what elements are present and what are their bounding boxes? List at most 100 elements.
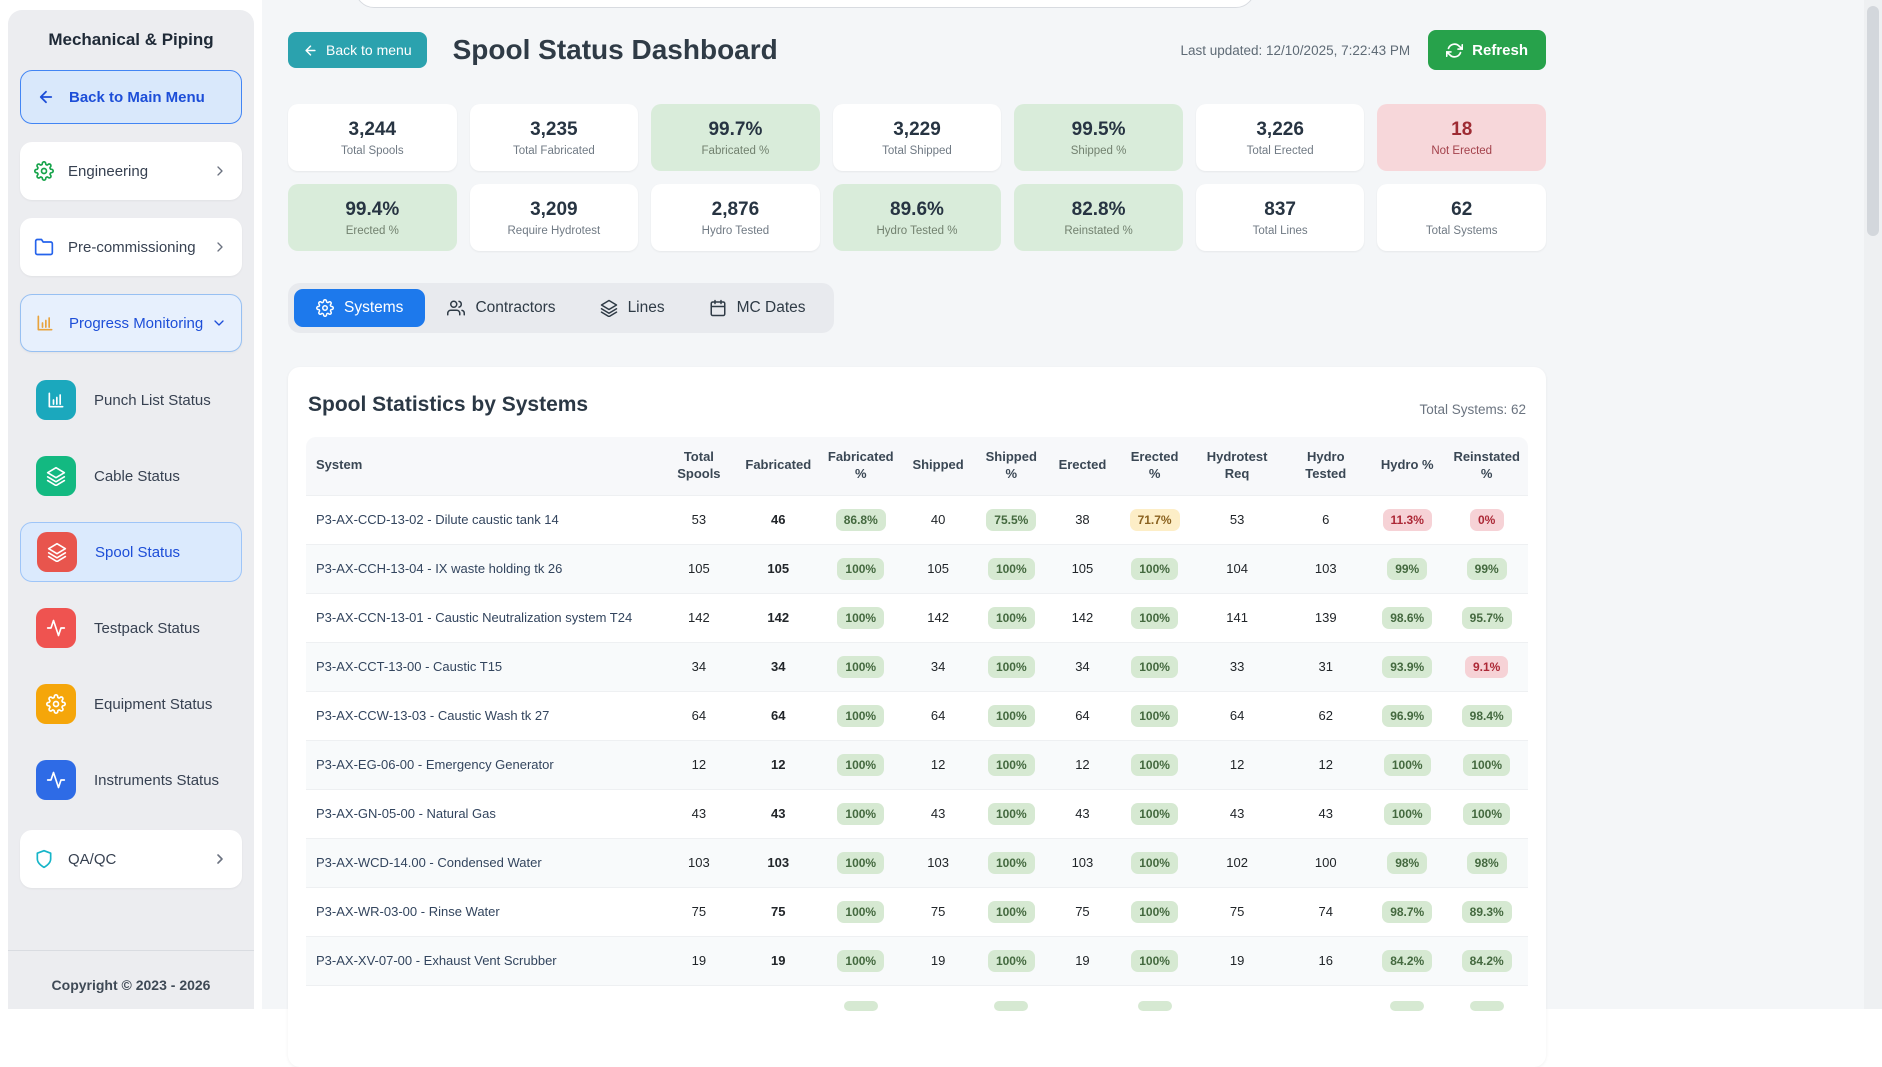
cell: 12	[901, 740, 975, 789]
percent-badge	[1138, 1001, 1172, 1011]
percent-badge: 89.3%	[1462, 901, 1512, 923]
cell: 142	[901, 593, 975, 642]
sidebar-item-equipment-status[interactable]: Equipment Status	[20, 674, 242, 734]
shield-icon	[34, 849, 54, 869]
table-row: P3-AX-XV-07-00 - Exhaust Vent Scrubber 19…	[306, 936, 1528, 985]
cell: 19	[1047, 936, 1117, 985]
cell: 100%	[1117, 593, 1191, 642]
sidebar-item-engineering[interactable]: Engineering	[20, 142, 242, 200]
cell: 100%	[821, 691, 901, 740]
sidebar-item-spool-status[interactable]: Spool Status	[20, 522, 242, 582]
percent-badge: 100%	[988, 656, 1035, 678]
cell: 100%	[1117, 838, 1191, 887]
stat-card-erected: 99.4%Erected %	[288, 184, 457, 251]
percent-badge: 99%	[1467, 558, 1507, 580]
cell: 75	[901, 887, 975, 936]
tab-systems[interactable]: Systems	[294, 289, 425, 327]
system-cell: P3-AX-CCT-13-00 - Caustic T15	[306, 642, 662, 691]
cell: 31	[1282, 642, 1369, 691]
stat-card-fabricated: 99.7%Fabricated %	[651, 104, 820, 171]
back-to-menu-button[interactable]: Back to menu	[288, 32, 427, 68]
sidebar-item-cable-status[interactable]: Cable Status	[20, 446, 242, 506]
cell: 0%	[1445, 495, 1528, 544]
cell: 100%	[1117, 789, 1191, 838]
cell: 84.2%	[1369, 936, 1445, 985]
tab-label: Lines	[628, 299, 665, 317]
column-header-hydro: Hydro %	[1369, 437, 1445, 495]
tab-lines[interactable]: Lines	[578, 289, 687, 327]
cell: 64	[1192, 691, 1283, 740]
stat-card-total-spools: 3,244Total Spools	[288, 104, 457, 171]
percent-badge: 84.2%	[1382, 950, 1432, 972]
cell: 102	[1192, 838, 1283, 887]
cell: 12	[736, 740, 821, 789]
percent-badge: 100%	[988, 852, 1035, 874]
percent-badge: 100%	[1463, 754, 1510, 776]
stat-label: Fabricated %	[702, 145, 770, 157]
cell: 103	[901, 838, 975, 887]
tab-contractors[interactable]: Contractors	[425, 289, 577, 327]
system-cell: P3-AX-CCW-13-03 - Caustic Wash tk 27	[306, 691, 662, 740]
stat-value: 3,229	[893, 119, 941, 141]
gear-icon	[34, 161, 54, 181]
cell: 100%	[975, 740, 1047, 789]
percent-badge: 100%	[1463, 803, 1510, 825]
bar-chart-icon	[35, 313, 55, 333]
percent-badge: 100%	[1131, 656, 1178, 678]
back-to-main-menu-button[interactable]: Back to Main Menu	[20, 70, 242, 124]
bar-chart-icon	[46, 390, 66, 410]
percent-badge: 100%	[1384, 754, 1431, 776]
system-cell: P3-AX-XV-07-00 - Exhaust Vent Scrubber	[306, 936, 662, 985]
scrollbar-track[interactable]	[1864, 0, 1882, 1009]
sidebar-footer: Copyright © 2023 - 2026	[8, 950, 254, 1009]
cell: 100%	[1117, 544, 1191, 593]
sidebar-item-label: Instruments Status	[94, 772, 219, 789]
cell: 100%	[1369, 789, 1445, 838]
back-to-menu-label: Back to menu	[326, 42, 412, 58]
percent-badge: 100%	[837, 901, 884, 923]
percent-badge: 100%	[988, 950, 1035, 972]
table-row: P3-AX-EG-06-00 - Emergency Generator 12 12…	[306, 740, 1528, 789]
layers-icon	[46, 466, 66, 486]
column-header-total-spools: Total Spools	[662, 437, 736, 495]
percent-badge: 100%	[837, 754, 884, 776]
refresh-icon	[1446, 42, 1463, 59]
percent-badge: 93.9%	[1382, 656, 1432, 678]
cell: 64	[662, 691, 736, 740]
cell: 34	[901, 642, 975, 691]
percent-badge: 100%	[1131, 705, 1178, 727]
percent-badge: 100%	[988, 558, 1035, 580]
cell: 75	[1047, 887, 1117, 936]
sidebar-item-punch-list-status[interactable]: Punch List Status	[20, 370, 242, 430]
sidebar-item-testpack-status[interactable]: Testpack Status	[20, 598, 242, 658]
sidebar-item-label: Testpack Status	[94, 620, 200, 637]
percent-badge	[1470, 1001, 1504, 1011]
cell: 43	[1047, 789, 1117, 838]
stats-grid: 3,244Total Spools3,235Total Fabricated99…	[288, 104, 1546, 251]
system-cell: P3-AX-EG-06-00 - Emergency Generator	[306, 740, 662, 789]
refresh-button[interactable]: Refresh	[1428, 30, 1546, 70]
chevron-down-icon	[211, 315, 227, 331]
equipment-status-icon-tile	[36, 684, 76, 724]
percent-badge: 9.1%	[1465, 656, 1508, 678]
cell	[1445, 985, 1528, 1027]
tab-mc-dates[interactable]: MC Dates	[687, 289, 828, 327]
scrollbar-thumb[interactable]	[1867, 6, 1879, 236]
sidebar-item-instruments-status[interactable]: Instruments Status	[20, 750, 242, 810]
percent-badge: 100%	[1131, 901, 1178, 923]
table-row: P3-AX-CCH-13-04 - IX waste holding tk 26…	[306, 544, 1528, 593]
cell: 103	[662, 838, 736, 887]
percent-badge: 98.6%	[1382, 607, 1432, 629]
cell: 100%	[1445, 789, 1528, 838]
stat-label: Hydro Tested %	[877, 225, 958, 237]
system-cell: P3-AX-WCD-14.00 - Condensed Water	[306, 838, 662, 887]
sidebar-item-pre-commissioning[interactable]: Pre-commissioning	[20, 218, 242, 276]
sidebar-item-progress-monitoring[interactable]: Progress Monitoring	[20, 294, 242, 352]
sidebar-item-qa-qc[interactable]: QA/QC	[20, 830, 242, 888]
stat-value: 18	[1451, 119, 1472, 141]
cell: 98%	[1445, 838, 1528, 887]
cell: 98.6%	[1369, 593, 1445, 642]
table-header-row: SystemTotal SpoolsFabricatedFabricated %…	[306, 437, 1528, 495]
cell: 100%	[975, 887, 1047, 936]
table-body: P3-AX-CCD-13-02 - Dilute caustic tank 14…	[306, 495, 1528, 1027]
